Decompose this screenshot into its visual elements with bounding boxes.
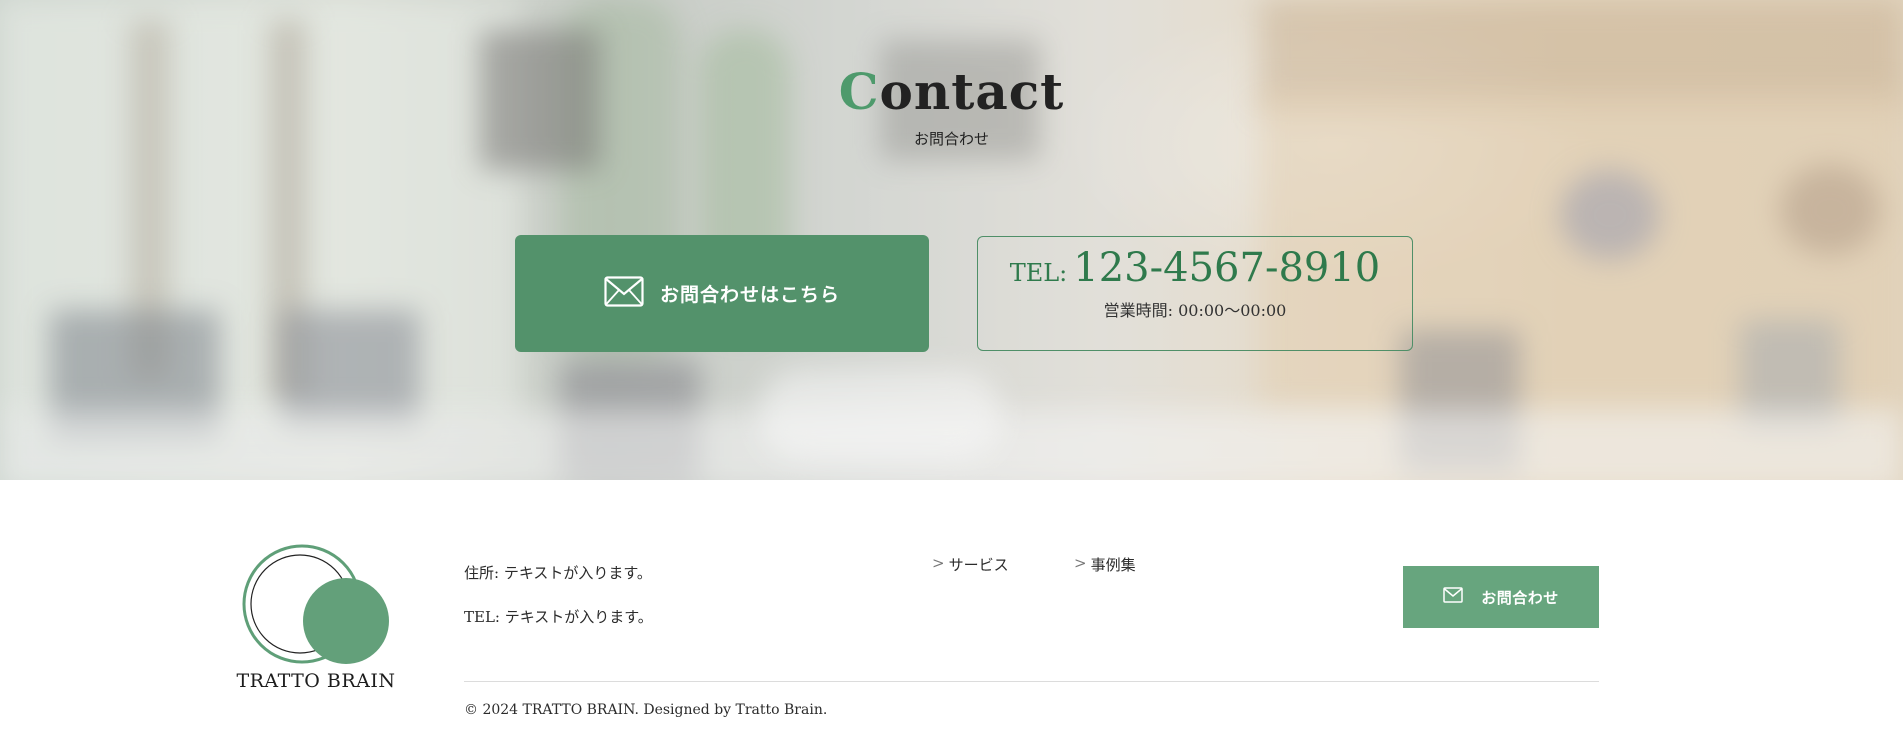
footer-divider bbox=[464, 681, 1599, 682]
phone-prefix: TEL: bbox=[1009, 259, 1068, 287]
contact-heading-rest: ontact bbox=[879, 62, 1065, 121]
contact-subheading: お問合わせ bbox=[913, 130, 989, 148]
tratto-brain-logo-icon[interactable] bbox=[240, 542, 392, 672]
mail-icon bbox=[1443, 587, 1463, 607]
contact-section: Contact お問合わせ お問合わせはこちら TEL: 123-4567-891… bbox=[0, 0, 1903, 480]
site-footer: TRATTO BRAIN 住所: テキストが入ります。 TEL: テキストが入り… bbox=[0, 480, 1903, 740]
footer-contact-button[interactable]: お問合わせ bbox=[1403, 566, 1599, 628]
contact-heading: Contact bbox=[0, 62, 1903, 122]
mail-icon bbox=[604, 276, 644, 311]
contact-heading-initial: C bbox=[838, 62, 880, 121]
phone-line[interactable]: TEL: 123-4567-8910 bbox=[978, 245, 1412, 291]
business-hours: 営業時間: 00:00〜00:00 bbox=[1103, 301, 1287, 320]
logo-wordmark[interactable]: TRATTO BRAIN bbox=[236, 670, 396, 692]
footer-nav-cases-label: 事例集 bbox=[1090, 556, 1136, 574]
phone-box: TEL: 123-4567-8910 営業時間: 00:00〜00:00 bbox=[977, 236, 1413, 351]
footer-contact-button-label: お問合わせ bbox=[1481, 588, 1559, 607]
contact-form-button[interactable]: お問合わせはこちら bbox=[515, 235, 929, 352]
chevron-right-icon: > bbox=[1074, 554, 1087, 572]
footer-nav-service-label: サービス bbox=[948, 556, 1009, 574]
footer-nav-cases[interactable]: > 事例集 bbox=[1074, 554, 1136, 575]
contact-form-button-label: お問合わせはこちら bbox=[659, 284, 840, 306]
phone-number[interactable]: 123-4567-8910 bbox=[1073, 245, 1380, 291]
chevron-right-icon: > bbox=[932, 554, 945, 572]
copyright-text: © 2024 TRATTO BRAIN. Designed by Tratto … bbox=[464, 702, 828, 718]
footer-tel: TEL: テキストが入ります。 bbox=[464, 608, 653, 626]
footer-address: 住所: テキストが入ります。 bbox=[464, 564, 652, 582]
footer-nav-service[interactable]: > サービス bbox=[932, 554, 1009, 575]
